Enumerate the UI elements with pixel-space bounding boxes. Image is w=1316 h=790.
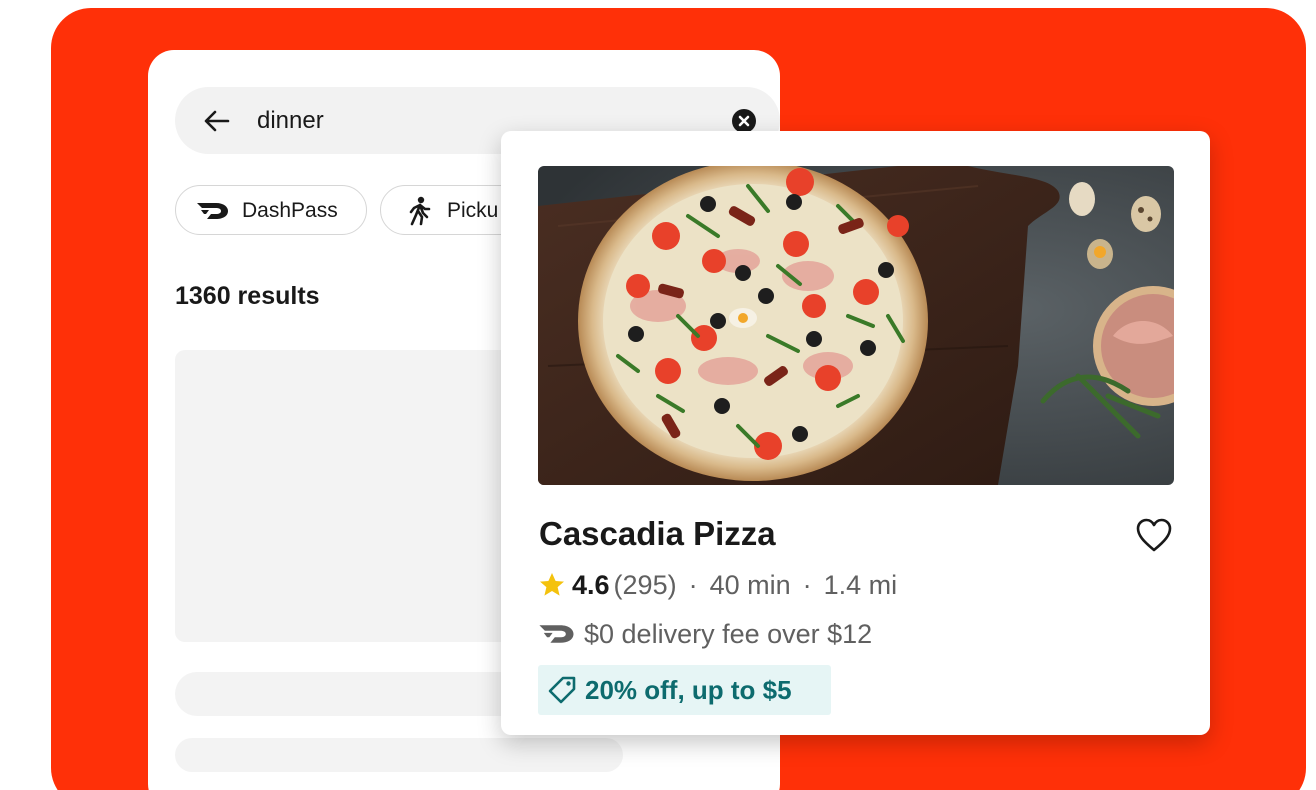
- filter-chip-dashpass[interactable]: DashPass: [175, 185, 367, 235]
- dashpass-icon: [539, 625, 574, 643]
- store-delivery-time: 40 min: [709, 569, 791, 600]
- store-rating: 4.6: [572, 569, 610, 600]
- store-rating-count: (295): [613, 569, 677, 600]
- loading-placeholder-line: [175, 738, 623, 772]
- store-distance: 1.4 mi: [823, 569, 898, 600]
- search-input[interactable]: dinner: [257, 107, 324, 135]
- filter-chip-label: DashPass: [242, 199, 338, 222]
- star-icon: [540, 573, 564, 596]
- heart-icon[interactable]: [1135, 517, 1173, 553]
- store-card[interactable]: Cascadia Pizza 4.6 (295) · 40 min · 1.4 …: [501, 131, 1210, 735]
- results-count: 1360 results: [175, 282, 320, 310]
- store-meta-row: 4.6 (295) · 40 min · 1.4 mi: [538, 568, 897, 602]
- tag-icon: [548, 676, 576, 704]
- promo-badge[interactable]: 20% off, up to $5: [538, 665, 831, 715]
- delivery-fee-row: $0 delivery fee over $12: [538, 617, 872, 651]
- pizza-photo[interactable]: [538, 166, 1174, 485]
- delivery-fee-text: $0 delivery fee over $12: [584, 618, 873, 649]
- arrow-left-icon[interactable]: [202, 106, 232, 136]
- separator-dot: ·: [802, 569, 812, 600]
- promo-text: 20% off, up to $5: [585, 674, 792, 705]
- walking-person-icon: [409, 196, 431, 226]
- separator-dot: ·: [688, 569, 698, 600]
- filter-chip-label: Picku: [447, 199, 499, 222]
- stage: dinner DashPass Picku 1360 results Casca…: [0, 0, 1316, 790]
- store-name[interactable]: Cascadia Pizza: [539, 515, 776, 553]
- pizza-illustration: [538, 166, 1174, 485]
- dashpass-icon: [197, 203, 228, 219]
